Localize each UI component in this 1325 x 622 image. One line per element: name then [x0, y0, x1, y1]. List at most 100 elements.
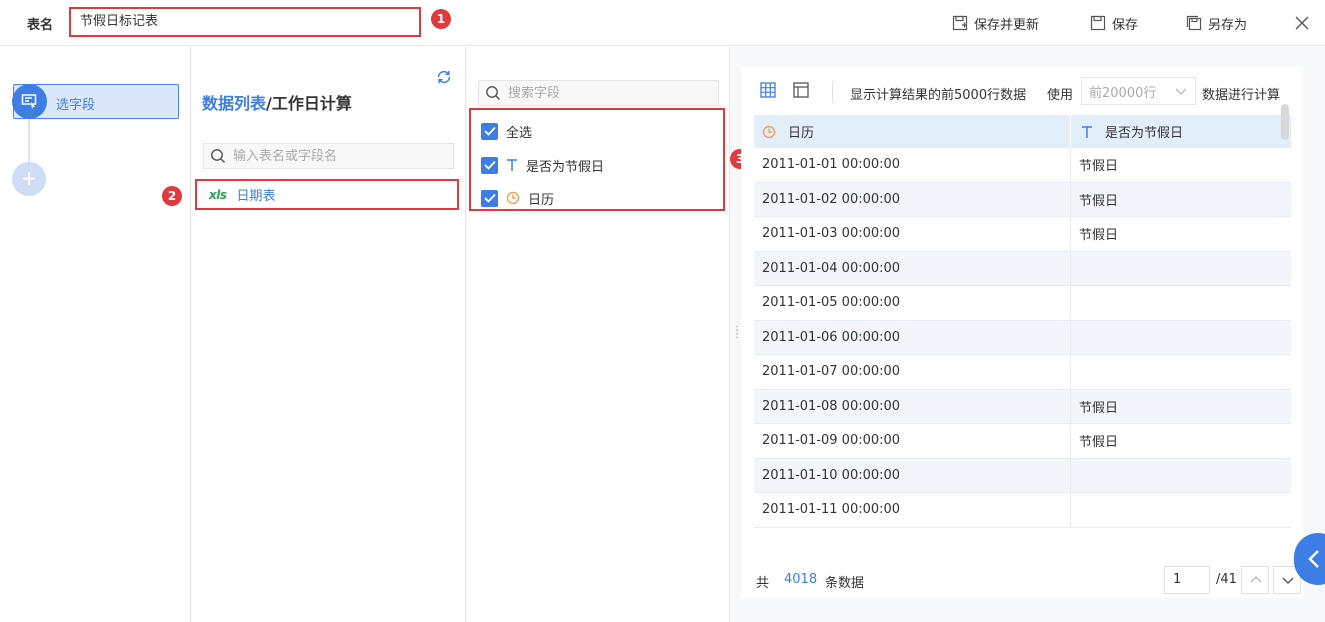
- save-button[interactable]: 保存: [1090, 13, 1138, 33]
- search-icon: [211, 149, 226, 164]
- fields-panel: 全选 是否为节假日 日历 3 ⋮⋮: [467, 47, 750, 622]
- save-update-icon: [952, 15, 968, 31]
- select-field-icon: [21, 94, 37, 109]
- toolbar-divider: [832, 81, 833, 103]
- refresh-icon[interactable]: [436, 69, 452, 85]
- table-row: 2011-01-05 00:00:00: [754, 286, 1291, 321]
- chevron-up-icon: [1250, 576, 1262, 583]
- holiday-cell: [1071, 286, 1291, 320]
- steps-panel: 选字段 +: [0, 47, 191, 622]
- table-row: 2011-01-07 00:00:00: [754, 355, 1291, 390]
- table-row: 2011-01-08 00:00:00 节假日: [754, 389, 1291, 424]
- table-header: 日历 是否为节假日: [754, 115, 1291, 148]
- field-search[interactable]: [478, 80, 719, 106]
- column-header[interactable]: 日历: [754, 115, 1071, 148]
- add-step-button[interactable]: +: [12, 162, 46, 196]
- date-cell: 2011-01-02 00:00:00: [754, 182, 1071, 216]
- field-item[interactable]: 是否为节假日: [481, 155, 604, 175]
- text-type-icon: [507, 159, 517, 171]
- save-icon: [1090, 15, 1106, 31]
- date-cell: 2011-01-09 00:00:00: [754, 424, 1071, 458]
- field-search-input[interactable]: [508, 85, 708, 101]
- select-all-label: 全选: [506, 125, 533, 141]
- select-all-checkbox[interactable]: 全选: [481, 121, 532, 141]
- table-name-input[interactable]: 节假日标记表: [69, 7, 421, 37]
- header: 表名 节假日标记表 1 保存并更新 保存 另存为: [0, 0, 1325, 46]
- table-row: 2011-01-01 00:00:00 节假日: [754, 148, 1291, 183]
- table-item[interactable]: xls 日期表: [195, 179, 459, 210]
- holiday-cell: 节假日: [1079, 159, 1119, 175]
- row-limit-select[interactable]: 前20000行: [1081, 77, 1196, 105]
- vertical-scrollbar[interactable]: [1281, 104, 1289, 482]
- detail-view-icon[interactable]: [793, 82, 809, 98]
- field-label: 日历: [528, 192, 555, 208]
- data-list-link[interactable]: 数据列表: [202, 94, 266, 113]
- column-header-label: 是否为节假日: [1105, 126, 1184, 141]
- step-label: 选字段: [56, 98, 96, 113]
- table-row: 2011-01-06 00:00:00: [754, 320, 1291, 355]
- table-row: 2011-01-11 00:00:00: [754, 493, 1291, 528]
- table-row: 2011-01-02 00:00:00 节假日: [754, 182, 1291, 217]
- date-cell: 2011-01-05 00:00:00: [754, 286, 1071, 320]
- date-cell: 2011-01-11 00:00:00: [754, 493, 1071, 527]
- panel-resize-handle[interactable]: ⋮⋮: [732, 326, 742, 341]
- step-select-fields[interactable]: 选字段: [12, 84, 179, 119]
- checkbox-checked-icon: [481, 122, 498, 140]
- date-type-icon: [506, 191, 520, 205]
- annotation-badge-2: 2: [162, 186, 182, 206]
- date-cell: 2011-01-01 00:00:00: [754, 148, 1071, 182]
- table-row: 2011-01-04 00:00:00: [754, 251, 1291, 286]
- save-and-update-button[interactable]: 保存并更新: [952, 13, 1039, 33]
- holiday-cell: 节假日: [1079, 435, 1119, 451]
- save-as-button[interactable]: 另存为: [1186, 13, 1247, 33]
- preview-table: 日历 是否为节假日 2011-01-01 00:00:00 节假日 2011-01-…: [754, 115, 1291, 536]
- holiday-cell: 节假日: [1079, 228, 1119, 244]
- chevron-down-icon: [1282, 577, 1294, 584]
- date-cell: 2011-01-04 00:00:00: [754, 251, 1071, 285]
- date-cell: 2011-01-07 00:00:00: [754, 355, 1071, 389]
- text-type-icon: [1082, 125, 1092, 138]
- close-icon[interactable]: [1294, 15, 1310, 31]
- chevron-left-icon: [1308, 550, 1319, 568]
- checkbox-checked-icon: [481, 156, 498, 174]
- date-cell: 2011-01-06 00:00:00: [754, 320, 1071, 354]
- save-and-update-label: 保存并更新: [974, 17, 1040, 33]
- date-type-icon: [762, 125, 776, 138]
- step-connector: [28, 119, 30, 162]
- row-limit-placeholder: 前20000行: [1089, 85, 1157, 101]
- holiday-cell: 节假日: [1079, 193, 1119, 209]
- total-count: 4018: [784, 572, 818, 587]
- table-name-label: 表名: [27, 18, 54, 33]
- save-as-label: 另存为: [1208, 17, 1248, 33]
- field-item[interactable]: 日历: [481, 188, 554, 208]
- table-search[interactable]: [203, 143, 454, 169]
- prev-page-button[interactable]: [1241, 566, 1269, 594]
- field-label: 是否为节假日: [526, 159, 605, 175]
- chevron-down-icon: [1175, 88, 1187, 95]
- grid-view-icon[interactable]: [760, 82, 776, 98]
- table-row: 2011-01-03 00:00:00 节假日: [754, 217, 1291, 252]
- preview-description: 显示计算结果的前5000行数据: [850, 88, 1027, 103]
- table-row: 2011-01-09 00:00:00 节假日: [754, 424, 1291, 459]
- page-number-input[interactable]: 1: [1164, 566, 1210, 594]
- preview-footer: 共 4018 条数据 1 /41: [741, 547, 1303, 598]
- total-suffix: 条数据: [825, 576, 865, 591]
- total-prefix: 共: [756, 576, 770, 591]
- use-label: 使用: [1047, 88, 1074, 103]
- save-as-icon: [1186, 15, 1202, 31]
- holiday-cell: 节假日: [1079, 400, 1119, 416]
- column-header[interactable]: 是否为节假日: [1071, 115, 1291, 148]
- preview-panel: 显示计算结果的前5000行数据 使用 前20000行 数据进行计算 日历 是否为…: [741, 67, 1303, 598]
- page-total: /41: [1216, 572, 1237, 587]
- date-cell: 2011-01-08 00:00:00: [754, 389, 1071, 423]
- holiday-cell: [1071, 493, 1291, 527]
- step-circle: [12, 84, 47, 119]
- checkbox-checked-icon: [481, 189, 498, 207]
- table-row: 2011-01-10 00:00:00: [754, 458, 1291, 493]
- calc-description: 数据进行计算: [1202, 88, 1281, 103]
- holiday-cell: [1071, 355, 1291, 389]
- scrollbar-thumb[interactable]: [1281, 104, 1289, 140]
- table-search-input[interactable]: [233, 148, 443, 164]
- holiday-cell: [1071, 252, 1291, 286]
- tables-panel-title: 数据列表/工作日计算: [202, 90, 352, 114]
